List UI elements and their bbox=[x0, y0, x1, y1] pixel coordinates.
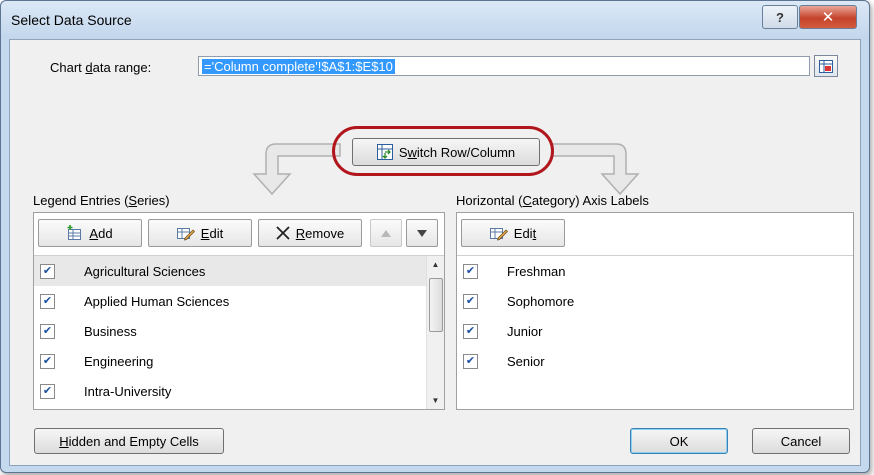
remove-x-icon bbox=[276, 226, 290, 240]
checkbox[interactable]: ✔ bbox=[40, 263, 55, 279]
add-label: Add bbox=[89, 225, 113, 241]
legend-item[interactable]: ✔ Intra-University bbox=[34, 376, 426, 406]
checkbox[interactable]: ✔ bbox=[463, 323, 478, 339]
close-button[interactable]: ✕ bbox=[799, 5, 857, 29]
edit-series-button[interactable]: Edit bbox=[148, 219, 252, 247]
scroll-thumb[interactable] bbox=[429, 278, 443, 332]
edit-icon bbox=[176, 228, 195, 241]
chart-data-range-label: Chart data range: bbox=[50, 60, 152, 75]
dialog-body: Chart data range: ='Column complete'!$A$… bbox=[9, 39, 861, 466]
scroll-up-icon[interactable]: ▲ bbox=[427, 256, 444, 273]
switch-row-column-icon bbox=[376, 144, 393, 160]
edit-axis-labels-button[interactable]: Edit bbox=[461, 219, 565, 247]
triangle-down-icon bbox=[417, 229, 427, 237]
edit-icon bbox=[489, 228, 508, 241]
left-curved-arrow-icon bbox=[252, 143, 341, 196]
legend-item-label: Applied Human Sciences bbox=[84, 293, 230, 309]
legend-item[interactable]: ✔ Business bbox=[34, 316, 426, 346]
triangle-up-icon bbox=[381, 229, 391, 237]
dialog-title: Select Data Source bbox=[11, 12, 132, 28]
switch-row-column-label: Switch Row/Column bbox=[398, 144, 516, 160]
axis-labels-list: ✔ Freshman ✔ Sophomore ✔ Junior ✔ Senior bbox=[457, 256, 853, 409]
range-picker-icon[interactable] bbox=[814, 55, 838, 77]
right-curved-arrow-icon bbox=[551, 143, 640, 196]
checkbox[interactable]: ✔ bbox=[40, 293, 55, 309]
move-up-button[interactable] bbox=[370, 219, 402, 247]
switch-row-column-button[interactable]: Switch Row/Column bbox=[352, 138, 540, 166]
legend-item-label: Engineering bbox=[84, 353, 154, 369]
legend-item[interactable]: ✔ Engineering bbox=[34, 346, 426, 376]
checkbox[interactable]: ✔ bbox=[40, 383, 55, 399]
select-data-source-dialog: Select Data Source ? ✕ Chart data range:… bbox=[0, 0, 870, 473]
axis-item-label: Senior bbox=[507, 353, 545, 369]
move-down-button[interactable] bbox=[406, 219, 438, 247]
axis-item-label: Freshman bbox=[507, 263, 566, 279]
axis-item-label: Sophomore bbox=[507, 293, 575, 309]
checkbox[interactable]: ✔ bbox=[40, 353, 55, 369]
edit-label: Edit bbox=[200, 225, 224, 241]
legend-item[interactable]: ✔ Applied Human Sciences bbox=[34, 286, 426, 316]
axis-labels-panel: Edit ✔ Freshman ✔ Sophomore ✔ Junior ✔ Senior bbox=[456, 212, 854, 410]
legend-scrollbar[interactable]: ▲ ▼ bbox=[426, 256, 444, 409]
hidden-empty-cells-label: Hidden and Empty Cells bbox=[59, 433, 199, 449]
legend-entries-panel: Add Edit Remove ✔ Agricultural Sciences … bbox=[33, 212, 445, 410]
checkbox[interactable]: ✔ bbox=[463, 353, 478, 369]
legend-item-label: Business bbox=[84, 323, 137, 339]
add-series-icon bbox=[67, 225, 82, 240]
scroll-down-icon[interactable]: ▼ bbox=[427, 392, 444, 409]
legend-item-label: Intra-University bbox=[84, 383, 172, 399]
hidden-empty-cells-button[interactable]: Hidden and Empty Cells bbox=[34, 428, 224, 454]
legend-entries-label: Legend Entries (Series) bbox=[33, 193, 170, 208]
remove-label: Remove bbox=[295, 225, 345, 241]
add-series-button[interactable]: Add bbox=[38, 219, 142, 247]
axis-item[interactable]: ✔ Senior bbox=[457, 346, 853, 376]
legend-item[interactable]: ✔ Agricultural Sciences bbox=[34, 256, 426, 286]
axis-labels-label: Horizontal (Category) Axis Labels bbox=[456, 193, 649, 208]
cancel-button[interactable]: Cancel bbox=[752, 428, 850, 454]
remove-series-button[interactable]: Remove bbox=[258, 219, 362, 247]
axis-item[interactable]: ✔ Sophomore bbox=[457, 286, 853, 316]
checkbox[interactable]: ✔ bbox=[463, 293, 478, 309]
chart-data-range-input[interactable]: ='Column complete'!$A$1:$E$10 bbox=[198, 56, 810, 76]
title-bar: Select Data Source ? ✕ bbox=[1, 1, 869, 39]
legend-entries-list: ✔ Agricultural Sciences ✔ Applied Human Sci… bbox=[34, 256, 444, 409]
axis-item[interactable]: ✔ Junior bbox=[457, 316, 853, 346]
axis-item-label: Junior bbox=[507, 323, 543, 339]
ok-button[interactable]: OK bbox=[630, 428, 728, 454]
legend-toolbar: Add Edit Remove bbox=[34, 213, 444, 256]
checkbox[interactable]: ✔ bbox=[463, 263, 478, 279]
checkbox[interactable]: ✔ bbox=[40, 323, 55, 339]
axis-toolbar: Edit bbox=[457, 213, 853, 256]
legend-item-label: Agricultural Sciences bbox=[84, 263, 206, 279]
axis-item[interactable]: ✔ Freshman bbox=[457, 256, 853, 286]
help-button[interactable]: ? bbox=[762, 5, 798, 29]
edit-axis-label: Edit bbox=[513, 225, 537, 241]
